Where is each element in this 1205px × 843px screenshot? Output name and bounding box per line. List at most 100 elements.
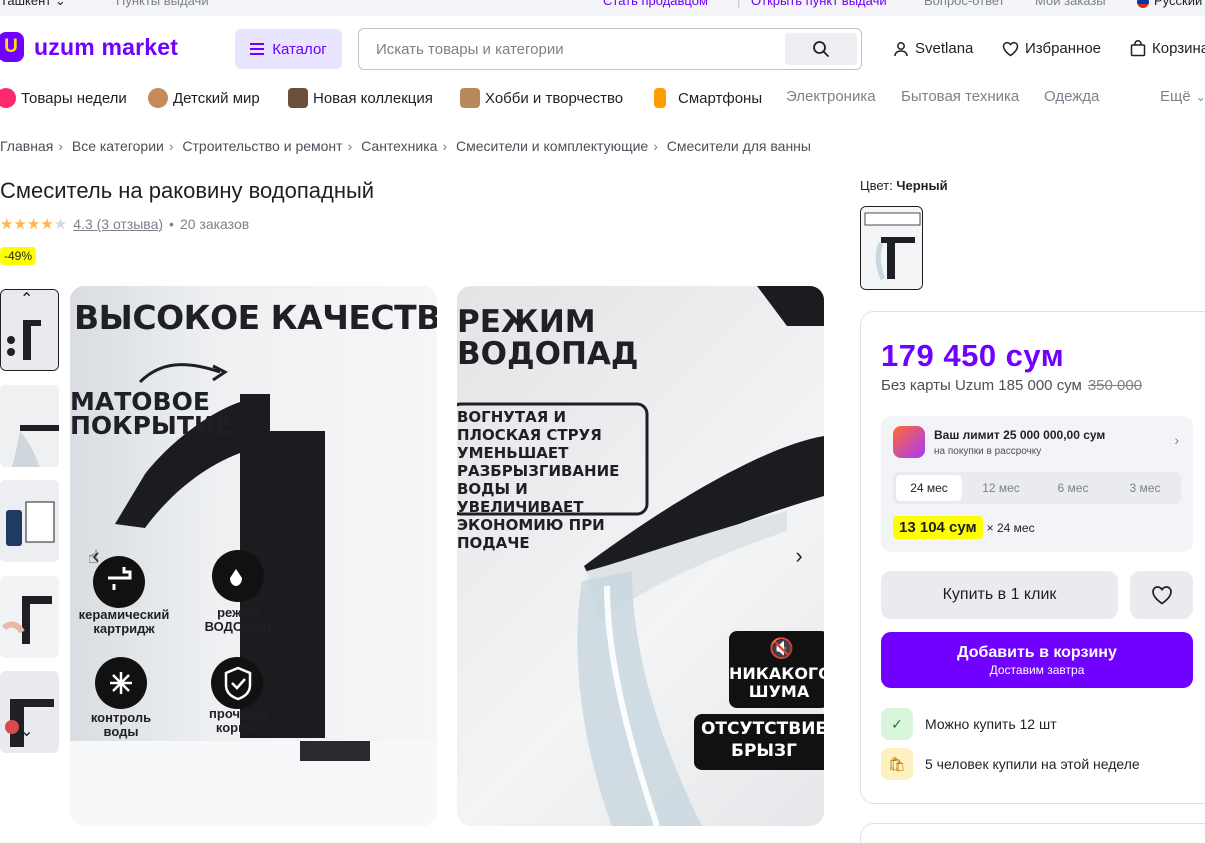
category-item-hobby[interactable]: Хобби и творчество bbox=[460, 88, 623, 108]
shopping-bag-icon bbox=[1130, 40, 1146, 57]
next-photo-button[interactable]: › bbox=[781, 538, 817, 574]
category-item-appliances[interactable]: Бытовая техника bbox=[901, 88, 1019, 105]
color-swatch-black[interactable] bbox=[860, 206, 923, 290]
rating-stars: ★★★★★ bbox=[0, 216, 68, 233]
product-photo-main[interactable]: ВЫСОКОЕ КАЧЕСТВО МАТОВОЕ ПОКРЫТИЕ керами… bbox=[70, 286, 437, 826]
cartridge-thumbnail bbox=[0, 480, 59, 562]
chevron-right-icon: › bbox=[168, 138, 174, 154]
faucet-thumbnail bbox=[0, 576, 59, 658]
breadcrumb-item[interactable]: Смесители для ванны bbox=[667, 138, 811, 154]
monthly-payment: 13 104 сум × 24 мес bbox=[893, 516, 1035, 539]
category-label: Хобби и творчество bbox=[485, 89, 624, 107]
breadcrumb-item[interactable]: Строительство и ремонт bbox=[182, 138, 342, 154]
pickup-points-link[interactable]: Пункты выдачи bbox=[116, 0, 209, 8]
weekly-buyers-info: 🛍 5 человек купили на этой неделе bbox=[881, 748, 1140, 780]
faucet-thumbnail bbox=[0, 385, 59, 467]
buy-one-click-button[interactable]: Купить в 1 клик bbox=[881, 571, 1118, 619]
become-seller-link[interactable]: Стать продавцом bbox=[603, 0, 708, 8]
faq-link[interactable]: Вопрос-ответ bbox=[924, 0, 1005, 8]
add-to-cart-button[interactable]: Добавить в корзину Доставим завтра bbox=[881, 632, 1193, 688]
mute-speaker-icon: 🔇 bbox=[769, 636, 794, 660]
breadcrumb-item[interactable]: Все категории bbox=[72, 138, 164, 154]
category-label: Ещё bbox=[1160, 88, 1191, 105]
language-selector[interactable]: Русский bbox=[1137, 0, 1202, 8]
term-tab-24[interactable]: 24 мес bbox=[896, 475, 962, 501]
monthly-amount: 13 104 сум bbox=[893, 516, 983, 539]
product-photo-secondary[interactable]: РЕЖИМ ВОДОПАД ВОГНУТАЯ И ПЛОСКАЯ СТРУЯ У… bbox=[457, 286, 824, 826]
dot-separator: • bbox=[169, 216, 174, 232]
chevron-right-icon: › bbox=[795, 543, 803, 568]
favorites-link[interactable]: Избранное bbox=[1002, 40, 1101, 57]
thumbnail-item[interactable] bbox=[0, 576, 59, 658]
discount-badge: -49% bbox=[0, 247, 37, 265]
category-item-kids[interactable]: Детский мир bbox=[148, 88, 260, 108]
chevron-right-icon[interactable]: › bbox=[1174, 432, 1179, 448]
teddy-bear-icon bbox=[148, 88, 168, 108]
paint-brush-icon bbox=[460, 88, 480, 108]
term-tab-6[interactable]: 6 мес bbox=[1040, 475, 1106, 501]
category-item-clothing[interactable]: Одежда bbox=[1044, 88, 1099, 105]
faucet-swatch-image bbox=[861, 207, 922, 289]
cart-label: Корзина bbox=[1152, 40, 1205, 57]
catalog-label: Каталог bbox=[272, 40, 327, 58]
term-tab-3[interactable]: 3 мес bbox=[1112, 475, 1178, 501]
user-account-link[interactable]: Svetlana bbox=[893, 40, 973, 57]
category-label: Товары недели bbox=[21, 89, 127, 107]
category-item-more[interactable]: Ещё ⌄ bbox=[1160, 88, 1205, 105]
catalog-button[interactable]: Каталог bbox=[235, 29, 342, 69]
no-noise-badge: 🔇 НИКАКОГО ШУМА bbox=[729, 631, 824, 708]
cart-link[interactable]: Корзина bbox=[1130, 40, 1205, 57]
installment-limit-subtitle: на покупки в рассрочку bbox=[934, 446, 1042, 457]
installment-term-tabs: 24 мес 12 мес 6 мес 3 мес bbox=[893, 472, 1181, 504]
category-label: Новая коллекция bbox=[313, 89, 433, 107]
color-label: Цвет: Черный bbox=[860, 178, 948, 193]
term-tab-12[interactable]: 12 мес bbox=[968, 475, 1034, 501]
chevron-down-icon[interactable]: ⌄ bbox=[20, 721, 33, 741]
user-label: Svetlana bbox=[915, 40, 974, 57]
category-item-smartphones[interactable]: Смартфоны bbox=[654, 88, 762, 108]
add-to-favorites-button[interactable] bbox=[1130, 571, 1193, 619]
feature-durable-body: прочный корпус bbox=[209, 706, 267, 735]
logo[interactable]: U uzum market bbox=[0, 32, 178, 62]
chevron-right-icon: › bbox=[347, 138, 353, 154]
open-pickup-link[interactable]: Открыть пункт выдачи bbox=[751, 0, 887, 8]
faucet-illustration bbox=[70, 363, 437, 826]
weekly-buyers-text: 5 человек купили на этой неделе bbox=[925, 756, 1140, 772]
shopping-bag-icon: 🛍 bbox=[881, 748, 913, 780]
menu-icon bbox=[250, 43, 265, 55]
category-item-new-collection[interactable]: Новая коллекция bbox=[288, 88, 433, 108]
feature-water-control: контроль воды bbox=[90, 710, 152, 739]
breadcrumb-item[interactable]: Сантехника bbox=[361, 138, 437, 154]
secondary-card bbox=[860, 823, 1205, 843]
chevron-down-icon: ⌄ bbox=[1195, 89, 1205, 104]
hand-cursor-icon: ☝ bbox=[88, 547, 99, 567]
reviews-link[interactable]: 4.3 (3 отзыва) bbox=[73, 216, 163, 232]
installment-box: Ваш лимит 25 000 000,00 сум на покупки в… bbox=[881, 416, 1193, 552]
feature-cartridge: керамический картридж bbox=[78, 607, 170, 636]
breadcrumb-item[interactable]: Главная bbox=[0, 138, 53, 154]
category-item-weekly[interactable]: Товары недели bbox=[0, 88, 127, 108]
search-input[interactable] bbox=[360, 30, 780, 68]
add-to-cart-label: Добавить в корзину bbox=[957, 643, 1117, 661]
category-item-electronics[interactable]: Электроника bbox=[786, 88, 876, 105]
category-label: Детский мир bbox=[173, 89, 260, 107]
photo-headline: ВЫСОКОЕ КАЧЕСТВО bbox=[74, 298, 437, 337]
my-orders-link[interactable]: Мои заказы bbox=[1035, 0, 1106, 8]
star-badge-icon bbox=[0, 88, 16, 108]
rating-row: ★★★★★ 4.3 (3 отзыва) • 20 заказов bbox=[0, 215, 249, 233]
search-button[interactable] bbox=[785, 33, 857, 65]
top-utility-bar: Ташкент ⌄ Пункты выдачи Стать продавцом … bbox=[0, 0, 1205, 16]
installment-limit-title[interactable]: Ваш лимит 25 000 000,00 сум bbox=[934, 428, 1105, 442]
breadcrumb-item[interactable]: Смесители и комплектующие bbox=[456, 138, 648, 154]
check-icon: ✓ bbox=[881, 708, 913, 740]
chevron-right-icon: › bbox=[442, 138, 448, 154]
city-selector[interactable]: Ташкент ⌄ bbox=[0, 0, 66, 9]
search-bar bbox=[358, 28, 862, 70]
thumbnail-item[interactable] bbox=[0, 385, 59, 467]
color-label-key: Цвет: bbox=[860, 178, 893, 193]
thumbnail-item[interactable] bbox=[0, 480, 59, 562]
chevron-up-icon[interactable]: ⌃ bbox=[20, 289, 33, 309]
monthly-multiplier: × 24 мес bbox=[986, 520, 1035, 535]
clothes-icon bbox=[288, 88, 308, 108]
photo-headline: РЕЖИМ ВОДОПАД bbox=[457, 304, 639, 372]
